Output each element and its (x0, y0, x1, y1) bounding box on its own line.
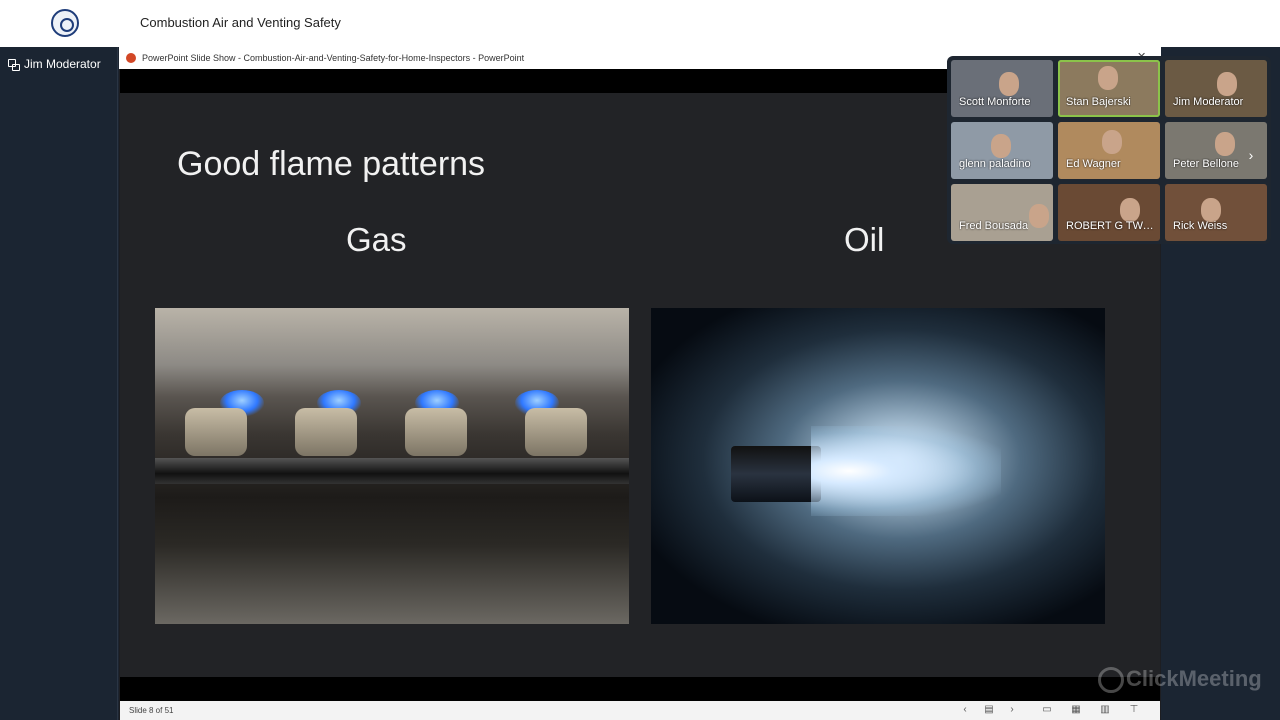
slide-sorter-icon[interactable]: ▦ (1069, 703, 1083, 717)
participant-video (1098, 66, 1118, 90)
organization-logo-icon (51, 9, 79, 37)
clickmeeting-watermark: ClickMeeting (1098, 666, 1262, 694)
watermark-text: ClickMeeting (1126, 666, 1262, 691)
powerpoint-icon (126, 53, 136, 63)
participant-name: Jim Moderator (1173, 96, 1244, 108)
meeting-title: Combustion Air and Venting Safety (140, 15, 341, 30)
participant-name: Scott Monforte (959, 96, 1031, 108)
participant-video (1217, 72, 1237, 96)
powerpoint-statusbar: Slide 8 of 51 ‹ ▤ › ▭ ▦ ▥ ⊤ (120, 701, 1160, 720)
left-panel: Jim Moderator (0, 47, 118, 720)
participant-tile[interactable]: Scott Monforte (951, 60, 1053, 117)
presenter-name: Jim Moderator (24, 57, 101, 71)
oil-heading: Oil (844, 221, 885, 258)
participant-tile[interactable]: ROBERT G TWA... (1058, 184, 1160, 241)
participant-gallery: Scott Monforte Stan Bajerski Jim Moderat… (947, 56, 1271, 244)
participant-tile[interactable]: Ed Wagner (1058, 122, 1160, 179)
participant-name: glenn paladino (959, 158, 1031, 170)
normal-view-icon[interactable]: ▭ (1040, 703, 1054, 717)
participant-name: Ed Wagner (1066, 158, 1121, 170)
powerpoint-window-title: PowerPoint Slide Show - Combustion-Air-a… (142, 53, 525, 63)
participant-video (1102, 130, 1122, 154)
participant-video (1120, 198, 1140, 222)
participant-name: Fred Bousada (959, 220, 1029, 232)
burner-tube (185, 408, 247, 456)
participant-name: Peter Bellone (1173, 158, 1240, 170)
burner-tube (405, 408, 467, 456)
oil-flame-photo (651, 308, 1105, 624)
slideshow-icon[interactable]: ⊤ (1127, 703, 1141, 717)
slide-counter: Slide 8 of 51 (129, 706, 174, 715)
participant-tile[interactable]: Fred Bousada (951, 184, 1053, 241)
reading-view-icon[interactable]: ▥ (1098, 703, 1112, 717)
participant-video (999, 72, 1019, 96)
participant-name: ROBERT G TWA... (1066, 220, 1158, 232)
participant-video (1201, 198, 1221, 222)
burner-tube (525, 408, 587, 456)
gas-heading: Gas (346, 221, 407, 258)
participant-name: Stan Bajerski (1066, 96, 1131, 108)
chevron-right-icon[interactable]: › (1243, 146, 1259, 164)
clickmeeting-logo-icon (1098, 667, 1124, 694)
gas-flame-photo (155, 308, 629, 624)
screen-share-icon (8, 58, 20, 71)
oil-flame (811, 426, 1001, 516)
gas-manifold (155, 458, 629, 484)
next-slide-icon[interactable]: › (1005, 703, 1019, 717)
burner-tube (295, 408, 357, 456)
slide-menu-icon[interactable]: ▤ (982, 703, 996, 717)
participant-tile[interactable]: glenn paladino (951, 122, 1053, 179)
previous-slide-icon[interactable]: ‹ (958, 703, 972, 717)
slide-letterbox-bottom (120, 677, 1160, 701)
participant-name: Rick Weiss (1173, 220, 1228, 232)
participant-video (991, 134, 1011, 158)
presenter-label[interactable]: Jim Moderator (8, 57, 101, 71)
top-bar: Combustion Air and Venting Safety (0, 0, 1280, 47)
participant-tile[interactable]: Stan Bajerski (1058, 60, 1160, 117)
participant-video (1215, 132, 1235, 156)
oil-burner-nozzle (731, 446, 821, 502)
slide-title: Good flame patterns (177, 145, 486, 183)
participant-video (1029, 204, 1049, 228)
participant-tile[interactable]: Jim Moderator (1165, 60, 1267, 117)
participant-tile[interactable]: Rick Weiss (1165, 184, 1267, 241)
